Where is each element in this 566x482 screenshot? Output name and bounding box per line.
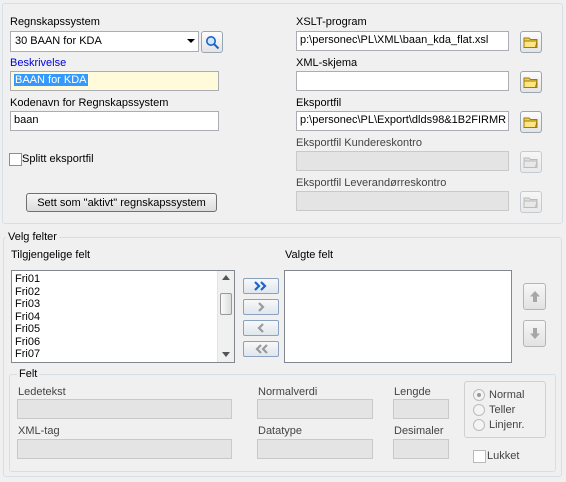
xml-skjema-field[interactable]	[296, 71, 509, 91]
beskrivelse-label: Beskrivelse	[10, 57, 67, 69]
desimaler-label: Desimaler	[394, 425, 444, 437]
folder-icon	[523, 37, 538, 48]
move-down-button[interactable]	[523, 320, 546, 347]
regnskapssystem-select[interactable]: 30 BAAN for KDA	[10, 31, 199, 52]
felt-legend: Felt	[17, 368, 40, 380]
radio-teller[interactable]	[473, 404, 485, 416]
beskrivelse-value: BAAN for KDA	[14, 74, 88, 86]
add-button[interactable]	[243, 299, 279, 315]
radio-normal[interactable]	[473, 389, 485, 401]
scroll-up-icon[interactable]	[222, 275, 230, 280]
splitt-eksportfil-checkbox[interactable]	[9, 153, 22, 166]
move-up-button[interactable]	[523, 283, 546, 310]
chevron-left-icon	[257, 323, 264, 333]
remove-button[interactable]	[243, 320, 279, 336]
xslt-browse-button[interactable]	[520, 31, 542, 53]
double-chevron-right-icon	[254, 281, 267, 291]
lukket-label: Lukket	[487, 450, 520, 462]
eksportfil-browse-button[interactable]	[520, 111, 542, 133]
desimaler-field	[393, 439, 449, 459]
normalverdi-label: Normalverdi	[258, 386, 318, 398]
scroll-down-icon[interactable]	[222, 352, 230, 357]
list-item[interactable]: Fri06	[15, 336, 40, 348]
radio-linjenr[interactable]	[473, 419, 485, 431]
kundereskontro-label: Eksportfil Kundereskontro	[296, 137, 422, 149]
beskrivelse-field[interactable]: BAAN for KDA	[10, 71, 219, 91]
leverandor-label: Eksportfil Leverandørreskontro	[296, 177, 447, 189]
xslt-label: XSLT-program	[296, 16, 367, 28]
arrow-down-icon	[529, 328, 540, 339]
scroll-thumb[interactable]	[220, 293, 232, 315]
datatype-field	[257, 439, 373, 459]
selected-fields-label: Valgte felt	[285, 249, 334, 261]
list-item[interactable]: Fri05	[15, 323, 40, 335]
set-active-button-label: Sett som "aktivt" regnskapssystem	[37, 196, 206, 209]
list-item[interactable]: Fri07	[15, 348, 40, 360]
selected-fields-list[interactable]	[284, 270, 512, 363]
add-all-button[interactable]	[243, 278, 279, 294]
list-item[interactable]: Fri03	[15, 298, 40, 310]
eksportfil-label: Eksportfil	[296, 97, 342, 109]
folder-icon	[523, 77, 538, 88]
regnskapssystem-value: 30 BAAN for KDA	[15, 35, 102, 47]
search-icon	[205, 35, 219, 49]
leverandor-field	[296, 191, 509, 211]
kundereskontro-browse-button	[520, 151, 542, 173]
radio-teller-label: Teller	[489, 404, 516, 416]
lengde-field	[393, 399, 449, 419]
xmltag-field	[17, 439, 232, 459]
list-item[interactable]: Fri01	[15, 273, 40, 285]
leverandor-browse-button	[520, 191, 542, 213]
lukket-checkbox[interactable]	[473, 450, 486, 463]
eksportfil-field[interactable]: p:\personec\PL\Export\dlds98&1B2FIRMR	[296, 111, 509, 131]
available-fields-label: Tilgjengelige felt	[11, 249, 91, 261]
normalverdi-field	[257, 399, 373, 419]
available-fields-scrollbar[interactable]	[217, 271, 234, 362]
arrow-up-icon	[529, 291, 540, 302]
radio-linjenr-label: Linjenr.	[489, 419, 525, 431]
available-fields-list[interactable]: Fri01 Fri02 Fri03 Fri04 Fri05 Fri06 Fri07	[11, 270, 235, 363]
chevron-down-icon	[187, 39, 195, 43]
chevron-right-icon	[258, 302, 265, 312]
xml-skjema-browse-button[interactable]	[520, 71, 542, 93]
folder-icon	[523, 117, 538, 128]
folder-icon	[523, 157, 538, 168]
radio-normal-label: Normal	[489, 389, 525, 401]
remove-all-button[interactable]	[243, 341, 279, 357]
splitt-eksportfil-label: Splitt eksportfil	[22, 153, 94, 165]
xmltag-label: XML-tag	[18, 425, 60, 437]
list-item[interactable]: Fri04	[15, 311, 40, 323]
folder-icon	[523, 197, 538, 208]
double-chevron-left-icon	[255, 344, 268, 354]
xml-skjema-label: XML-skjema	[296, 57, 358, 69]
kodenavn-field[interactable]: baan	[10, 111, 219, 131]
set-active-button[interactable]: Sett som "aktivt" regnskapssystem	[26, 193, 217, 212]
list-item[interactable]: Fri02	[15, 286, 40, 298]
xslt-field[interactable]: p:\personec\PL\XML\baan_kda_flat.xsl	[296, 31, 509, 51]
ledetekst-label: Ledetekst	[18, 386, 66, 398]
kundereskontro-field	[296, 151, 509, 171]
lengde-label: Lengde	[394, 386, 431, 398]
kodenavn-label: Kodenavn for Regnskapssystem	[10, 97, 169, 109]
regnskapssystem-label: Regnskapssystem	[10, 16, 100, 28]
velg-felter-legend: Velg felter	[6, 231, 59, 243]
datatype-label: Datatype	[258, 425, 303, 437]
ledetekst-field	[17, 399, 232, 419]
search-button[interactable]	[201, 31, 223, 53]
